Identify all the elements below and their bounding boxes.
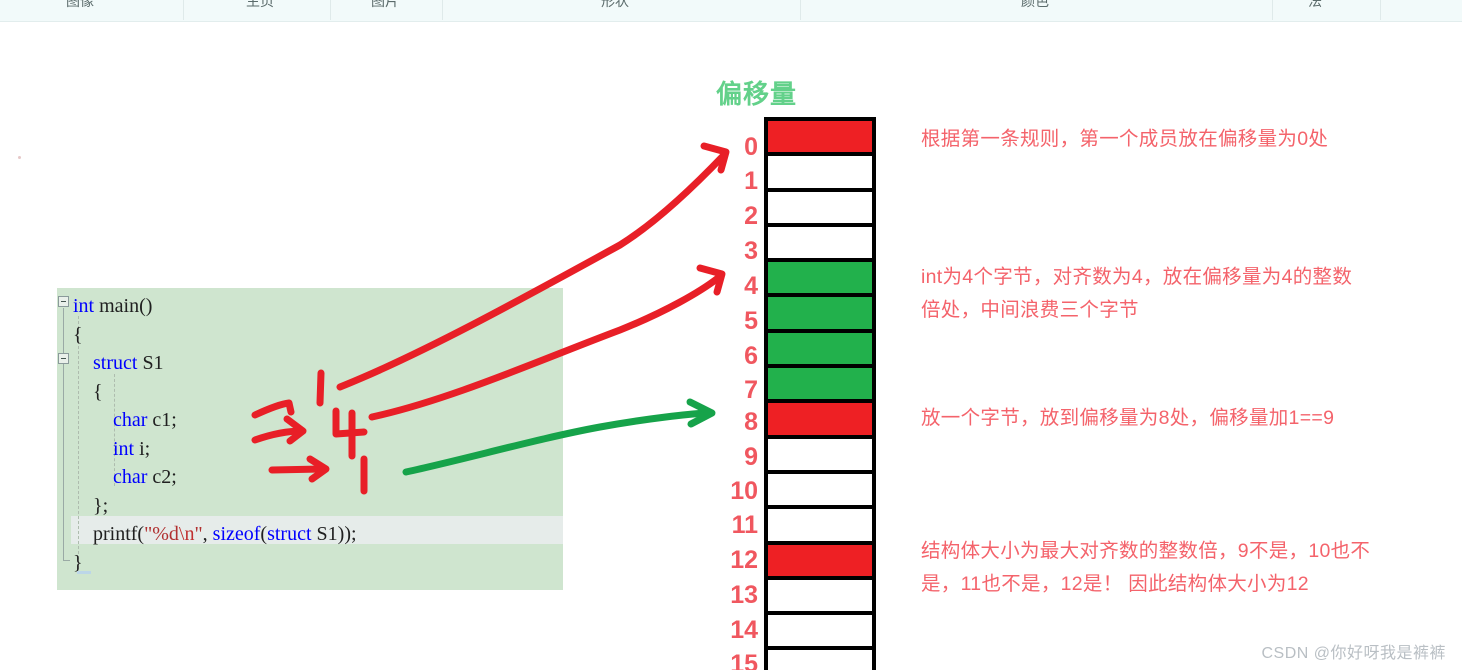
code-text[interactable]: int main() { struct S1 { char c1; int i;… — [73, 292, 357, 577]
offset-label: 11 — [731, 511, 758, 539]
memory-cell — [764, 505, 876, 541]
offset-label: 7 — [744, 376, 758, 404]
ribbon-separator — [330, 0, 331, 20]
stray-dot — [18, 156, 21, 159]
ribbon-tab-3[interactable]: 形状 — [500, 0, 730, 12]
ribbon-bar: 图像 主页 图片 形状 颜色 法 — [0, 0, 1462, 22]
memory-cell — [764, 611, 876, 647]
screenshot-root: 图像 主页 图片 形状 颜色 法 int main() { struct S1 … — [0, 0, 1462, 670]
fold-toggle-struct[interactable] — [58, 353, 69, 364]
offset-label: 15 — [730, 650, 758, 670]
memory-cell — [764, 152, 876, 188]
memory-cell — [764, 222, 876, 259]
ribbon-separator — [442, 0, 443, 20]
ink-arrowhead-offset-8 — [686, 398, 716, 428]
ribbon-separator — [1272, 0, 1273, 20]
memory-cell — [764, 399, 876, 435]
caret-underline — [77, 571, 91, 574]
offset-label: 5 — [744, 307, 758, 335]
ribbon-tab-5[interactable]: 法 — [1280, 0, 1350, 12]
memory-cell — [764, 293, 876, 329]
memory-cell — [764, 540, 876, 576]
memory-cell — [764, 646, 876, 670]
offset-label: 4 — [744, 272, 758, 300]
memory-cell — [764, 469, 876, 506]
offset-label: 0 — [744, 133, 758, 161]
code-editor-pane: int main() { struct S1 { char c1; int i;… — [57, 288, 563, 590]
annotation-rule-3: 放一个字节，放到偏移量为8处，偏移量加1==9 — [921, 407, 1335, 429]
offset-label: 12 — [730, 546, 758, 574]
fold-bar-end — [63, 560, 70, 561]
offset-label: 8 — [744, 408, 758, 436]
offset-column-title: 偏移量 — [716, 79, 798, 109]
memory-cell — [764, 258, 876, 294]
ribbon-separator — [800, 0, 801, 20]
ribbon-separator — [183, 0, 184, 20]
code-gutter — [57, 288, 71, 590]
offset-label: 6 — [744, 342, 758, 370]
annotation-rule-2: int为4个字节，对齐数为4，放在偏移量为4的整数 倍处，中间浪费三个字节 — [921, 266, 1353, 321]
ribbon-tab-1[interactable]: 主页 — [190, 0, 330, 12]
ribbon-tab-4[interactable]: 颜色 — [950, 0, 1120, 12]
memory-cell — [764, 575, 876, 612]
csdn-watermark: CSDN @你好呀我是裤裤 — [1261, 645, 1446, 662]
memory-cell — [764, 364, 876, 400]
fold-bar-main — [63, 308, 64, 560]
offset-label: 1 — [744, 167, 758, 195]
offset-label: 9 — [744, 443, 758, 471]
annotation-rule-4: 结构体大小为最大对齐数的整数倍，9不是，10也不 是，11也不是，12是！ 因此… — [921, 540, 1371, 595]
offset-label: 14 — [730, 616, 758, 644]
memory-cell — [764, 434, 876, 470]
memory-cell — [764, 117, 876, 153]
offset-label: 2 — [744, 202, 758, 230]
ribbon-tab-2[interactable]: 图片 — [350, 0, 420, 12]
ribbon-separator — [1380, 0, 1381, 20]
offset-label: 10 — [730, 477, 758, 505]
annotation-rule-1: 根据第一条规则，第一个成员放在偏移量为0处 — [921, 128, 1329, 150]
memory-layout-column — [764, 117, 876, 670]
ribbon-tab-0[interactable]: 图像 — [20, 0, 140, 12]
offset-label: 3 — [744, 237, 758, 265]
memory-cell — [764, 328, 876, 365]
fold-toggle-main[interactable] — [58, 296, 69, 307]
memory-cell — [764, 187, 876, 223]
offset-label: 13 — [730, 581, 758, 609]
